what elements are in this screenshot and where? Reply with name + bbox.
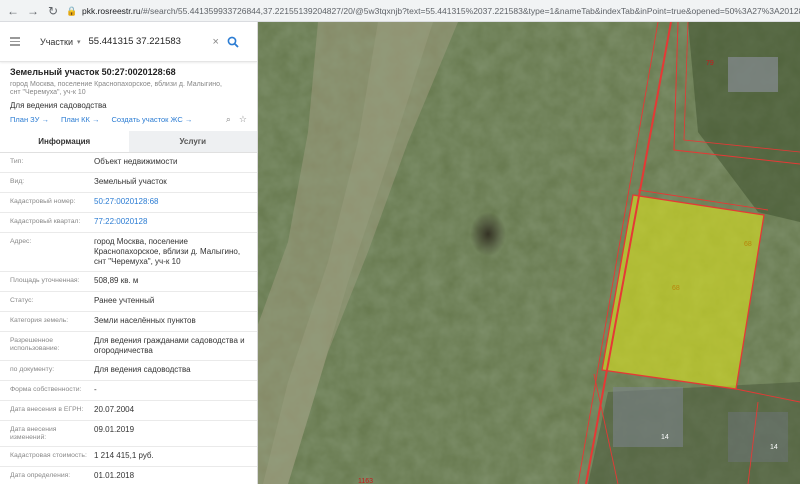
info-row-cadastral-number: Кадастровый номер: 50:27:0020128:68	[0, 193, 257, 213]
info-row-ownership: Форма собственности: -	[0, 381, 257, 401]
parcel-label: 14	[770, 444, 778, 451]
search-button[interactable]	[225, 34, 241, 50]
info-row-permitted-use: Разрешенное использование: Для ведения г…	[0, 332, 257, 361]
info-row-status: Статус: Ранее учтенный	[0, 292, 257, 312]
create-parcel-link[interactable]: Создать участок ЖС →	[111, 115, 192, 124]
info-row-area: Площадь уточненная: 508,89 кв. м	[0, 272, 257, 292]
search-icon	[227, 36, 239, 48]
info-row-change-date: Дата внесения изменений: 09.01.2019	[0, 421, 257, 447]
clear-icon[interactable]: ×	[213, 36, 219, 48]
info-panel: Участки ▾ × Земельный участок 50:27:0020…	[0, 22, 258, 484]
lock-icon: 🔒	[66, 5, 78, 16]
info-label: Разрешенное использование:	[10, 337, 60, 352]
info-value: город Москва, поселение Краснопахорское,…	[94, 237, 241, 266]
info-label: Категория земель:	[10, 317, 69, 324]
info-label: Форма собственности:	[10, 386, 82, 393]
info-row-land-category: Категория земель: Земли населённых пункт…	[0, 312, 257, 332]
info-row-determination-date: Дата определения: 01.01.2018	[0, 467, 257, 484]
info-row-type: Тип: Объект недвижимости	[0, 153, 257, 173]
pit	[470, 212, 506, 256]
info-label: Кадастровый номер:	[10, 198, 76, 205]
info-label: Дата внесения изменений:	[10, 426, 57, 441]
info-label: Вид:	[10, 178, 25, 185]
tab-services[interactable]: Услуги	[128, 131, 257, 152]
info-label: Дата внесения в ЕГРН:	[10, 406, 84, 413]
forward-arrow-icon[interactable]: →	[26, 4, 40, 18]
browser-toolbar: ← → ↻ 🔒 pkk.rosreestr.ru /#/search/55.44…	[0, 0, 800, 22]
info-label: Тип:	[10, 158, 24, 165]
info-value: 508,89 кв. м	[94, 276, 139, 285]
info-value: Для ведения садоводства	[94, 365, 191, 374]
building	[728, 412, 788, 462]
parcel-label: 14	[661, 434, 669, 441]
info-row-cadastral-cost: Кадастровая стоимость: 1 214 415,1 руб.	[0, 447, 257, 467]
info-label: Площадь уточненная:	[10, 277, 80, 284]
building	[728, 57, 778, 92]
url-path: /#/search/55.441359933726844,37.22155139…	[140, 5, 800, 16]
info-value: Ранее учтенный	[94, 296, 155, 305]
back-arrow-icon[interactable]: ←	[6, 4, 20, 18]
building	[613, 387, 683, 447]
search-category-select[interactable]: Участки ▾	[40, 37, 81, 47]
map-canvas	[258, 22, 800, 484]
plan-zu-link[interactable]: План ЗУ →	[10, 115, 49, 124]
satellite-map[interactable]: 79 68 68 14 14 1163	[258, 22, 800, 484]
info-label: Дата определения:	[10, 472, 71, 479]
parcel-label: 79	[706, 60, 714, 67]
info-value: 20.07.2004	[94, 405, 135, 414]
info-row-cadastral-quarter: Кадастровый квартал: 77:22:0020128	[0, 213, 257, 233]
object-purpose: Для ведения садоводства	[10, 101, 107, 110]
info-value: 1 214 415,1 руб.	[94, 451, 154, 460]
info-value: Земельный участок	[94, 177, 167, 186]
parcel-label: 68	[672, 285, 680, 292]
info-label: Кадастровая стоимость:	[10, 452, 87, 459]
search-input[interactable]	[88, 36, 209, 47]
url-host: pkk.rosreestr.ru	[82, 5, 141, 16]
parcel-label: 1163	[358, 478, 374, 484]
zoom-to-icon[interactable]: ⌕	[226, 114, 231, 125]
action-links: План ЗУ → План КК → Создать участок ЖС →…	[0, 114, 257, 125]
info-row-kind: Вид: Земельный участок	[0, 173, 257, 193]
info-value: Земли населённых пунктов	[94, 316, 196, 325]
tabs: Информация Услуги	[0, 131, 257, 153]
object-title: Земельный участок 50:27:0020128:68	[10, 67, 176, 77]
object-address: город Москва, поселение Краснопахорское,…	[10, 81, 222, 96]
tab-info[interactable]: Информация	[0, 131, 129, 152]
info-row-egrn-date: Дата внесения в ЕГРН: 20.07.2004	[0, 401, 257, 421]
info-value: 09.01.2019	[94, 425, 135, 434]
info-label: Статус:	[10, 297, 34, 304]
search-bar: Участки ▾ ×	[0, 22, 257, 62]
search-category-label: Участки	[40, 36, 73, 47]
parcel-label: 68	[744, 241, 752, 248]
star-icon[interactable]: ☆	[239, 114, 247, 125]
info-row-by-document: по документу: Для ведения садоводства	[0, 361, 257, 381]
object-header: Земельный участок 50:27:0020128:68 город…	[0, 62, 257, 110]
plan-kk-link[interactable]: План КК →	[61, 115, 100, 124]
cadastral-quarter-link[interactable]: 77:22:0020128	[94, 217, 257, 227]
info-value: 01.01.2018	[94, 471, 135, 480]
chevron-down-icon: ▾	[77, 38, 81, 46]
info-label: Адрес:	[10, 238, 32, 245]
info-value: Объект недвижимости	[94, 157, 178, 166]
reload-icon[interactable]: ↻	[46, 4, 60, 18]
info-label: Кадастровый квартал:	[10, 218, 81, 225]
info-row-address: Адрес: город Москва, поселение Краснопах…	[0, 233, 257, 272]
menu-icon[interactable]	[10, 37, 26, 46]
info-value: Для ведения гражданами садоводства и ого…	[94, 336, 245, 355]
info-table: Тип: Объект недвижимости Вид: Земельный …	[0, 153, 257, 484]
info-label: по документу:	[10, 366, 55, 373]
cadastral-number-link[interactable]: 50:27:0020128:68	[94, 197, 257, 207]
address-bar[interactable]: 🔒 pkk.rosreestr.ru /#/search/55.44135993…	[66, 3, 800, 19]
info-value: -	[94, 385, 97, 394]
